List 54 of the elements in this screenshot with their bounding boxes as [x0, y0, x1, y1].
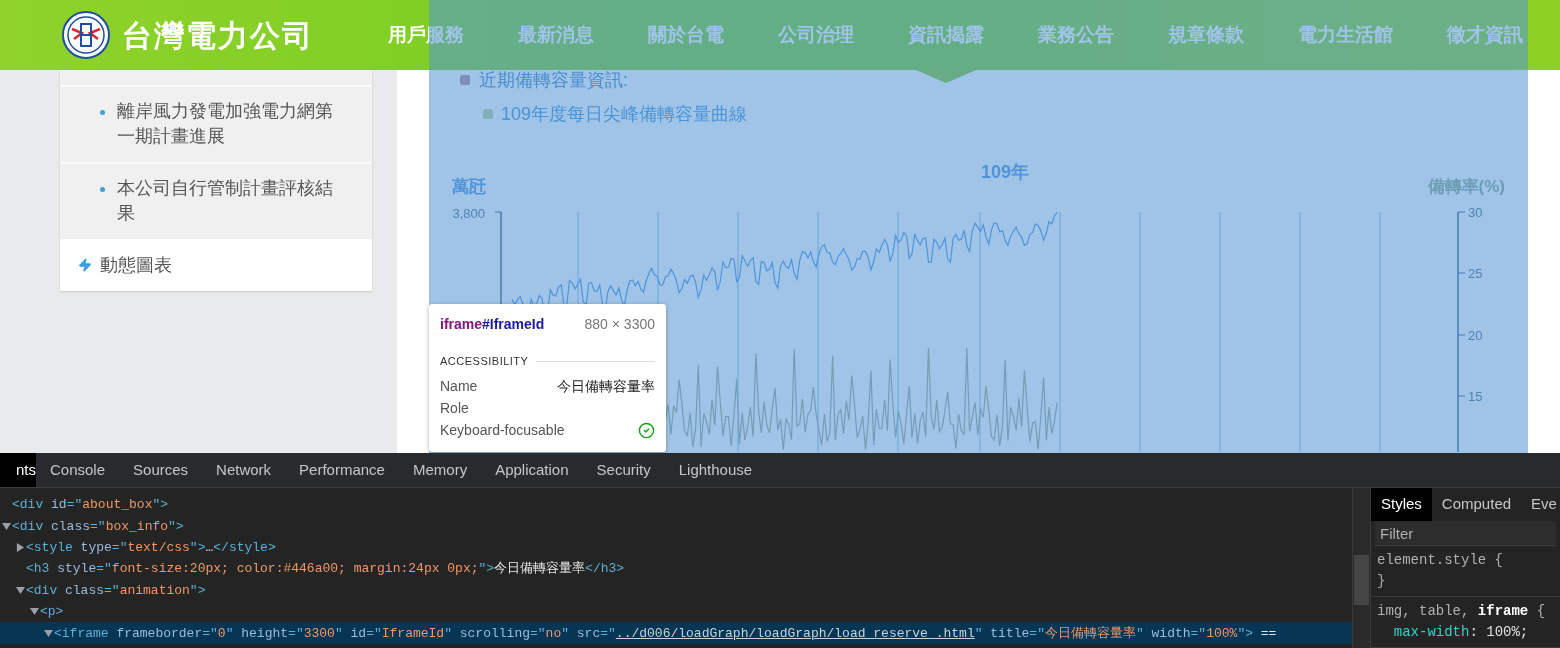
disclosure-triangle-icon[interactable] [1, 521, 11, 531]
list-heading: 近期備轉容量資訊: [479, 68, 628, 92]
axis-tick-label: 30 [1468, 204, 1483, 222]
css-rule-line: img, table, iframe { [1377, 602, 1547, 621]
axis-label: 萬瓩 [452, 176, 486, 198]
logo-emblem-icon [62, 11, 110, 59]
css-rule-line: element.style { [1377, 551, 1505, 570]
sidebar-link[interactable]: 本公司自行管制計畫評核結果 [117, 176, 342, 226]
filter-field[interactable]: Filter [1375, 521, 1556, 546]
property-label: Keyboard-focusable [440, 421, 565, 440]
property-label: Name [440, 377, 478, 396]
styles-tab[interactable]: Eve [1521, 488, 1560, 521]
axis-tick-label: 25 [1468, 265, 1483, 283]
devtools-tab[interactable]: Security [582, 453, 665, 487]
devtools-tab[interactable]: Lighthouse [664, 453, 767, 487]
logo-text: 台灣電力公司 [122, 16, 314, 55]
devtools-tab[interactable]: Application [481, 453, 583, 487]
section-heading: ACCESSIBILITY [440, 354, 529, 369]
dom-node-line[interactable]: <div id="about_box"> [12, 494, 169, 516]
disclosure-triangle-icon[interactable] [43, 628, 53, 638]
chart-title: 109年 [981, 161, 1030, 184]
lightning-icon [78, 258, 92, 272]
dom-node-line[interactable]: <div class="animation"> [26, 579, 206, 601]
bullet-icon [483, 109, 493, 119]
axis-tick-label: 15 [1468, 388, 1483, 406]
element-size: 880 × 3300 [584, 315, 655, 334]
dom-node-line[interactable]: <div class="box_info"> [12, 515, 184, 537]
disclosure-triangle-icon[interactable] [15, 542, 25, 552]
axis-tick-label: 20 [1468, 327, 1483, 345]
sidebar-link[interactable]: 動態圖表 [100, 251, 172, 279]
bullet-icon [460, 75, 470, 85]
property-label: Role [440, 399, 469, 418]
devtools-tab[interactable]: Console [36, 453, 120, 487]
property-value: 今日備轉容量率 [557, 377, 655, 396]
dom-node-line[interactable]: <p> [40, 601, 64, 623]
devtools-tab[interactable]: Performance [285, 453, 399, 487]
dom-node-line[interactable]: <style type="text/css">…</style> [26, 536, 276, 558]
css-rule-line: } [1377, 572, 1387, 591]
scrollbar-thumb[interactable] [1354, 555, 1369, 605]
bullet-icon [100, 187, 105, 192]
styles-tab[interactable]: Computed [1431, 488, 1522, 521]
sidebar-link[interactable]: 離岸風力發電加強電力網第一期計畫進展 [117, 99, 342, 149]
devtools-tab[interactable]: Sources [119, 453, 203, 487]
devtools-tab[interactable]: Memory [398, 453, 482, 487]
bullet-icon [100, 110, 105, 115]
disclosure-triangle-icon[interactable] [29, 607, 39, 617]
css-rule-line: max-width: 100%; [1392, 623, 1530, 642]
element-selector: iframe#IframeId [440, 315, 545, 334]
dom-node-line[interactable]: <h3 style="font-size:20px; color:#446a00; margin:24px 0px;">今日備轉容量率</h3> [26, 558, 625, 580]
devtools-tab[interactable]: nts [0, 453, 36, 487]
axis-tick-label: 3,800 [452, 205, 485, 223]
disclosure-triangle-icon[interactable] [15, 585, 25, 595]
devtools-tab[interactable]: Network [202, 453, 286, 487]
styles-tab[interactable]: Styles [1371, 488, 1432, 521]
